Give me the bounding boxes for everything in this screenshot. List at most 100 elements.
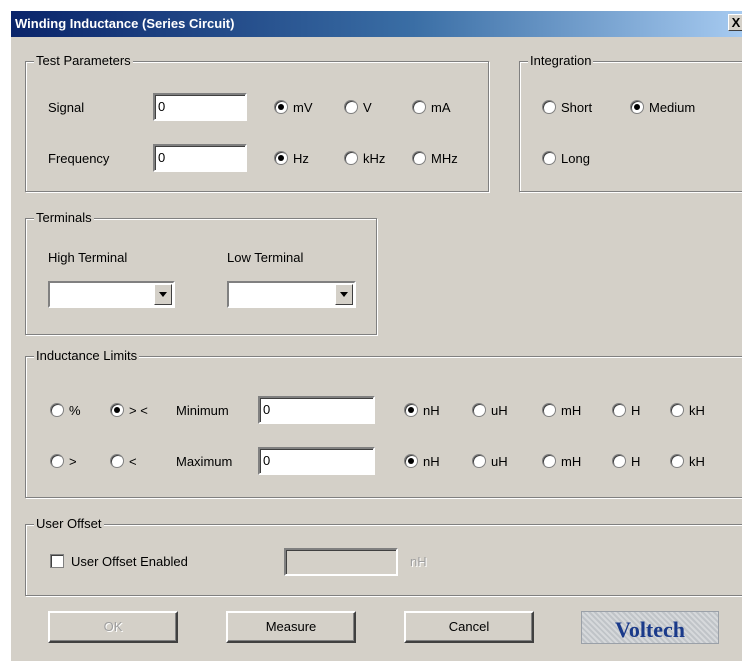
limit-mode-greater-label: > [69, 454, 77, 469]
radio-dot [612, 454, 626, 468]
frequency-label: Frequency [48, 151, 110, 166]
high-terminal-label: High Terminal [48, 250, 128, 265]
radio-dot [472, 454, 486, 468]
radio-dot [404, 403, 418, 417]
ok-button[interactable]: OK [48, 611, 178, 643]
radio-dot [344, 100, 358, 114]
maximum-unit-uh[interactable]: uH [472, 454, 508, 470]
cancel-button[interactable]: Cancel [404, 611, 534, 643]
window-title: Winding Inductance (Series Circuit) [15, 16, 235, 31]
maximum-unit-h-label: H [631, 454, 641, 469]
user-offset-checkbox-label: User Offset Enabled [71, 554, 188, 569]
minimum-unit-uh[interactable]: uH [472, 403, 508, 419]
radio-dot [110, 403, 124, 417]
minimum-unit-mh-label: mH [561, 403, 582, 418]
radio-dot [110, 454, 124, 468]
inductance-limits-group: Inductance Limits % > < Minimum 0 nH uH … [25, 348, 742, 498]
radio-dot [404, 454, 418, 468]
frequency-unit-khz[interactable]: kHz [344, 151, 385, 167]
signal-label: Signal [48, 100, 85, 115]
maximum-unit-mh[interactable]: mH [542, 454, 581, 470]
maximum-unit-uh-label: uH [491, 454, 508, 469]
test-parameters-group: Test Parameters Signal 0 mV V mA Frequen… [25, 53, 489, 192]
minimum-input[interactable]: 0 [258, 396, 375, 424]
signal-unit-ma[interactable]: mA [412, 100, 451, 116]
radio-dot [412, 151, 426, 165]
low-terminal-select[interactable] [227, 281, 356, 308]
test-parameters-legend: Test Parameters [34, 53, 133, 69]
radio-dot [412, 100, 426, 114]
terminals-legend: Terminals [34, 210, 94, 226]
maximum-input[interactable]: 0 [258, 447, 375, 475]
minimum-unit-uh-label: uH [491, 403, 508, 418]
integration-long-label: Long [561, 151, 590, 166]
radio-dot [50, 454, 64, 468]
frequency-input[interactable]: 0 [153, 144, 247, 172]
signal-unit-ma-label: mA [431, 100, 451, 115]
limit-mode-less-label: < [129, 454, 137, 469]
maximum-unit-nh[interactable]: nH [404, 454, 440, 470]
checkbox-box [50, 554, 64, 568]
measure-button[interactable]: Measure [226, 611, 356, 643]
integration-short-label: Short [561, 100, 593, 115]
frequency-unit-mhz[interactable]: MHz [412, 151, 458, 167]
limit-mode-less[interactable]: < [110, 454, 137, 470]
minimum-unit-kh[interactable]: kH [670, 403, 705, 419]
radio-dot [542, 454, 556, 468]
maximum-unit-kh[interactable]: kH [670, 454, 705, 470]
user-offset-group: User Offset User Offset Enabled nH [25, 516, 742, 596]
frequency-unit-hz-label: Hz [293, 151, 309, 166]
user-offset-unit: nH [410, 554, 427, 569]
signal-unit-v-label: V [363, 100, 372, 115]
minimum-unit-h-label: H [631, 403, 641, 418]
minimum-label: Minimum [176, 403, 229, 418]
maximum-unit-h[interactable]: H [612, 454, 640, 470]
dialog-window: Winding Inductance (Series Circuit) X Te… [10, 10, 742, 661]
integration-long[interactable]: Long [542, 151, 590, 167]
low-terminal-label: Low Terminal [227, 250, 304, 265]
limit-mode-greater[interactable]: > [50, 454, 77, 470]
terminals-group: Terminals High Terminal Low Terminal [25, 210, 377, 335]
maximum-unit-kh-label: kH [689, 454, 705, 469]
integration-short[interactable]: Short [542, 100, 592, 116]
integration-group: Integration Short Medium Long [519, 53, 742, 192]
voltech-logo: Voltech [581, 611, 719, 644]
signal-input[interactable]: 0 [153, 93, 247, 121]
radio-dot [274, 100, 288, 114]
chevron-down-icon[interactable] [154, 284, 172, 305]
radio-dot [472, 403, 486, 417]
maximum-unit-nh-label: nH [423, 454, 440, 469]
radio-dot [274, 151, 288, 165]
chevron-down-icon[interactable] [335, 284, 353, 305]
radio-dot [50, 403, 64, 417]
signal-unit-v[interactable]: V [344, 100, 372, 116]
close-button[interactable]: X [728, 14, 742, 31]
minimum-unit-kh-label: kH [689, 403, 705, 418]
frequency-unit-hz[interactable]: Hz [274, 151, 309, 167]
signal-unit-mv[interactable]: mV [274, 100, 313, 116]
user-offset-legend: User Offset [34, 516, 104, 532]
minimum-unit-nh[interactable]: nH [404, 403, 440, 419]
minimum-unit-h[interactable]: H [612, 403, 640, 419]
radio-dot [344, 151, 358, 165]
user-offset-checkbox[interactable]: User Offset Enabled [50, 554, 188, 570]
maximum-unit-mh-label: mH [561, 454, 582, 469]
limit-mode-percent-label: % [69, 403, 81, 418]
limit-mode-between[interactable]: > < [110, 403, 148, 419]
frequency-unit-mhz-label: MHz [431, 151, 458, 166]
signal-unit-mv-label: mV [293, 100, 313, 115]
radio-dot [630, 100, 644, 114]
limit-mode-percent[interactable]: % [50, 403, 81, 419]
user-offset-input[interactable] [284, 548, 398, 576]
integration-medium-label: Medium [649, 100, 696, 115]
inductance-limits-legend: Inductance Limits [34, 348, 140, 364]
radio-dot [542, 100, 556, 114]
radio-dot [542, 403, 556, 417]
minimum-unit-mh[interactable]: mH [542, 403, 581, 419]
integration-medium[interactable]: Medium [630, 100, 695, 116]
radio-dot [542, 151, 556, 165]
title-bar[interactable]: Winding Inductance (Series Circuit) X [11, 11, 742, 37]
radio-dot [612, 403, 626, 417]
high-terminal-select[interactable] [48, 281, 175, 308]
maximum-label: Maximum [176, 454, 233, 469]
